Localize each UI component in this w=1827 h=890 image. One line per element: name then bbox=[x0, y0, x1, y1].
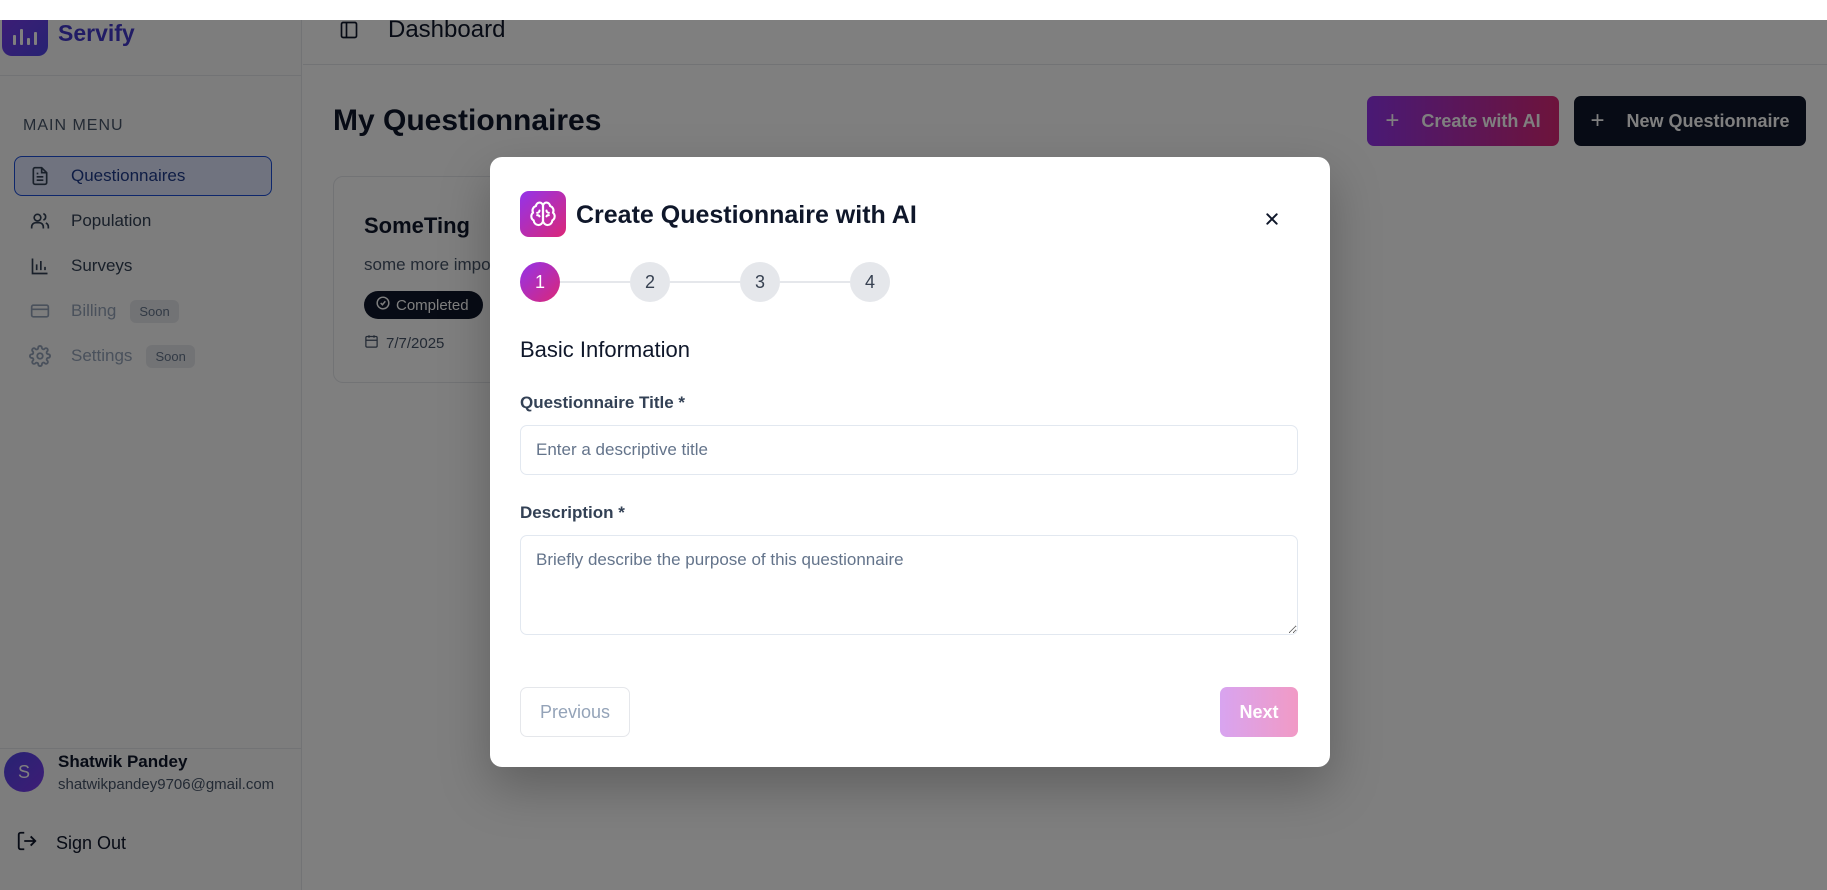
questionnaire-title-input[interactable] bbox=[520, 425, 1298, 475]
step-connector bbox=[560, 281, 630, 283]
step-3: 3 bbox=[740, 262, 780, 302]
previous-button[interactable]: Previous bbox=[520, 687, 630, 737]
description-textarea[interactable] bbox=[520, 535, 1298, 635]
top-strip bbox=[0, 0, 1827, 20]
description-field-label: Description * bbox=[520, 503, 625, 522]
step-connector bbox=[780, 281, 850, 283]
next-button[interactable]: Next bbox=[1220, 687, 1298, 737]
title-field-label: Questionnaire Title * bbox=[520, 393, 686, 412]
step-4: 4 bbox=[850, 262, 890, 302]
step-connector bbox=[670, 281, 740, 283]
brain-icon bbox=[520, 191, 566, 237]
step-2: 2 bbox=[630, 262, 670, 302]
create-with-ai-dialog: Create Questionnaire with AI 1 2 3 4 Bas… bbox=[490, 157, 1330, 767]
step-indicator: 1 2 3 4 bbox=[520, 262, 892, 302]
step-1: 1 bbox=[520, 262, 560, 302]
section-title: Basic Information bbox=[520, 337, 690, 362]
close-icon[interactable] bbox=[1260, 207, 1284, 231]
dialog-title: Create Questionnaire with AI bbox=[576, 201, 917, 229]
